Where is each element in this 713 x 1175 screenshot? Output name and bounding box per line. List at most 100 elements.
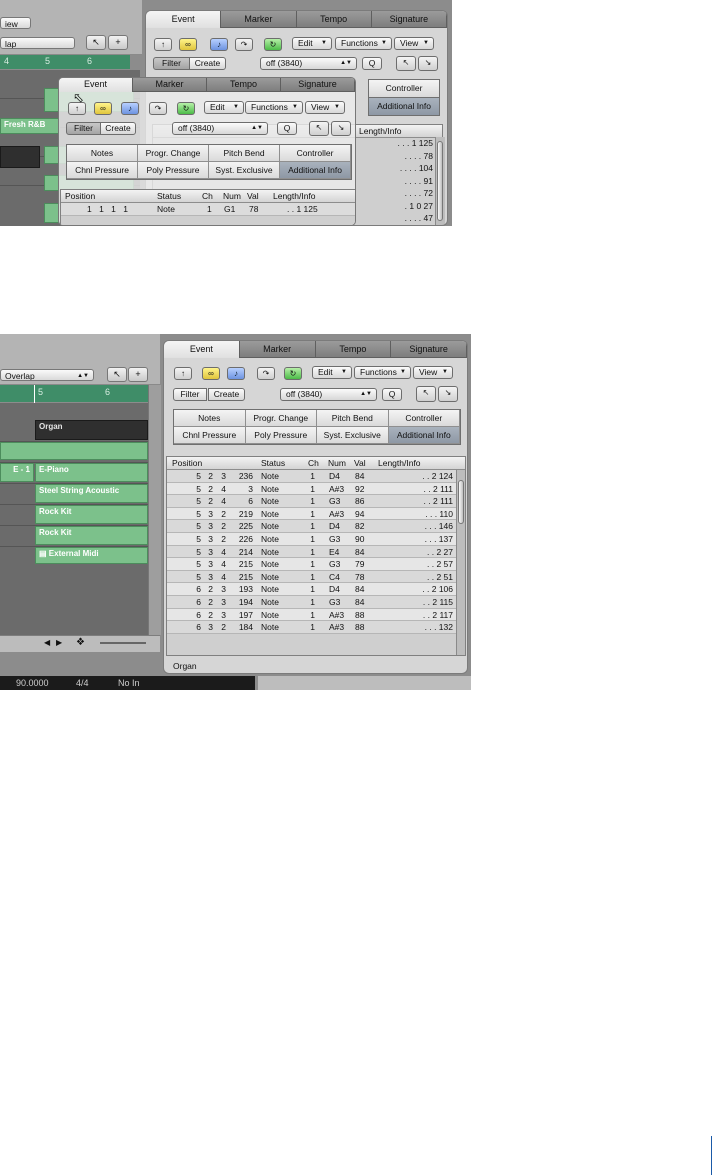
pencil-tool-icon[interactable]: ↘ — [438, 386, 458, 402]
pointer-tool-icon[interactable]: ↖ — [396, 56, 416, 71]
pointer-tool-icon[interactable]: ↖ — [107, 367, 127, 382]
quantize-menu[interactable]: off (3840) ▲▼ — [260, 57, 357, 70]
waveform-zoom-icon[interactable]: ❖ — [76, 637, 85, 648]
table-row[interactable]: 5 3 2 219 Note 1 A#3 94 . . . 110 — [167, 507, 456, 521]
view-menu[interactable]: iew — [0, 17, 31, 29]
zoom-slider[interactable] — [100, 642, 146, 644]
quantize-button[interactable]: Q — [277, 122, 297, 135]
tab-tempo[interactable]: Tempo — [315, 341, 392, 358]
pencil-tool-icon[interactable]: ↘ — [418, 56, 438, 71]
table-row[interactable]: 5 3 4 215 Note 1 C4 78 . . 2 51 — [167, 570, 456, 584]
tab-event[interactable]: Event — [59, 78, 133, 92]
create-button[interactable]: Create — [189, 57, 226, 70]
region-e-piano[interactable]: E-Piano — [35, 463, 148, 482]
tab-marker[interactable]: Marker — [133, 78, 207, 92]
quantize-button[interactable]: Q — [362, 57, 382, 70]
table-row[interactable]: 5 2 4 3 Note 1 A#3 92 . . 2 111 — [167, 482, 456, 496]
filter-button[interactable]: Filter — [173, 388, 207, 401]
category-progr-change[interactable]: Progr. Change — [138, 145, 209, 162]
floating-event-window[interactable]: Event Marker Tempo Signature ↑ ∞ ♪ ↷ ↻ E… — [58, 77, 356, 226]
list-scrollbar[interactable] — [456, 470, 465, 655]
tab-marker[interactable]: Marker — [239, 341, 316, 358]
functions-menu[interactable]: Functions ▼ — [335, 37, 392, 50]
tab-tempo[interactable]: Tempo — [296, 11, 372, 28]
filter-button[interactable]: Filter — [153, 57, 190, 70]
view-menu[interactable]: View ▼ — [413, 366, 453, 379]
table-row[interactable]: 5 2 3 236 Note 1 D4 84 . . 2 124 — [167, 470, 456, 483]
region-organ[interactable]: Organ — [35, 420, 148, 440]
region-rock-kit[interactable]: Rock Kit — [35, 526, 148, 545]
up-arrow-icon[interactable]: ↑ — [154, 38, 172, 51]
capture-icon[interactable]: ↻ — [177, 102, 195, 115]
tab-marker[interactable]: Marker — [221, 11, 297, 28]
category-chnl-pressure[interactable]: Chnl Pressure — [67, 162, 138, 179]
pointer-tool-icon[interactable]: ↖ — [309, 121, 329, 136]
tab-event[interactable]: Event — [146, 11, 222, 28]
table-row[interactable]: 5 3 2 225 Note 1 D4 82 . . . 146 — [167, 520, 456, 533]
signature-display[interactable]: 4/4 — [76, 678, 89, 688]
table-row[interactable]: 5 2 4 6 Note 1 G3 86 . . 2 111 — [167, 495, 456, 508]
bar-ruler[interactable]: 5 6 — [0, 385, 148, 402]
midi-in-icon[interactable]: ↷ — [257, 367, 275, 380]
create-button[interactable]: Create — [100, 122, 136, 135]
pencil-tool-icon[interactable]: + — [128, 367, 148, 382]
functions-menu[interactable]: Functions ▼ — [354, 366, 411, 379]
filter-button[interactable]: Filter — [66, 122, 101, 135]
tab-signature[interactable]: Signature — [391, 341, 467, 358]
pencil-tool-icon[interactable]: ↘ — [331, 121, 351, 136]
region-fresh-rnb[interactable]: Fresh R&B — [0, 118, 60, 134]
link-icon[interactable]: ∞ — [202, 367, 220, 380]
capture-icon[interactable]: ↻ — [284, 367, 302, 380]
tab-tempo[interactable]: Tempo — [207, 78, 281, 92]
category-poly-pressure[interactable]: Poly Pressure — [138, 162, 209, 179]
table-row[interactable]: 6 2 3 194 Note 1 G3 84 . . 2 115 — [167, 596, 456, 609]
category-additional-info[interactable]: Additional Info — [280, 162, 351, 179]
category-poly-pressure[interactable]: Poly Pressure — [245, 427, 317, 444]
midi-out-icon[interactable]: ♪ — [210, 38, 228, 51]
region-external-midi[interactable]: ▤ External Midi — [35, 547, 148, 564]
drag-mode-menu[interactable]: lap — [0, 37, 75, 49]
category-controller[interactable]: Controller — [388, 410, 460, 427]
quantize-menu[interactable]: off (3840) ▲▼ — [172, 122, 268, 135]
view-menu[interactable]: View ▼ — [394, 37, 434, 50]
functions-menu[interactable]: Functions ▼ — [245, 101, 303, 114]
category-notes[interactable]: Notes — [174, 410, 246, 427]
create-button[interactable]: Create — [208, 388, 245, 401]
scroll-thumb[interactable] — [437, 141, 443, 221]
tab-signature[interactable]: Signature — [281, 78, 355, 92]
region-e-1[interactable]: E - 1 — [0, 463, 34, 482]
category-progr-change[interactable]: Progr. Change — [245, 410, 317, 427]
pointer-tool-icon[interactable]: ↖ — [416, 386, 436, 402]
category-controller[interactable]: Controller — [368, 79, 440, 98]
category-additional-info[interactable]: Additional Info — [388, 427, 460, 444]
list-scrollbar[interactable] — [435, 137, 445, 225]
category-additional-info[interactable]: Additional Info — [368, 97, 440, 116]
category-controller[interactable]: Controller — [280, 145, 351, 162]
category-syst-exclusive[interactable]: Syst. Exclusive — [209, 162, 280, 179]
region[interactable] — [0, 442, 148, 460]
edit-menu[interactable]: Edit ▼ — [312, 366, 352, 379]
track-scrollbar[interactable] — [148, 385, 161, 635]
midi-in-icon[interactable]: ↷ — [235, 38, 253, 51]
quantize-menu[interactable]: off (3840) ▲▼ — [280, 388, 377, 401]
category-pitch-bend[interactable]: Pitch Bend — [209, 145, 280, 162]
tab-event[interactable]: Event — [164, 341, 240, 358]
capture-icon[interactable]: ↻ — [264, 38, 282, 51]
table-row[interactable]: 6 2 3 193 Note 1 D4 84 . . 2 106 — [167, 583, 456, 596]
link-icon[interactable]: ∞ — [179, 38, 197, 51]
view-menu[interactable]: View ▼ — [305, 101, 345, 114]
pencil-tool-icon[interactable]: + — [108, 35, 128, 50]
table-row[interactable]: 6 2 3 197 Note 1 A#3 88 . . 2 117 — [167, 608, 456, 622]
table-row[interactable]: 5 3 4 214 Note 1 E4 84 . . 2 27 — [167, 545, 456, 559]
edit-menu[interactable]: Edit ▼ — [292, 37, 332, 50]
quantize-button[interactable]: Q — [382, 388, 402, 401]
tempo-display[interactable]: 90.0000 — [16, 678, 49, 688]
category-notes[interactable]: Notes — [67, 145, 138, 162]
midi-out-icon[interactable]: ♪ — [227, 367, 245, 380]
region-steel-string-acoustic[interactable]: Steel String Acoustic — [35, 484, 148, 503]
region[interactable] — [0, 146, 40, 168]
midi-in-icon[interactable]: ↷ — [149, 102, 167, 115]
scroll-left-icon[interactable]: ◀ — [44, 638, 50, 647]
category-pitch-bend[interactable]: Pitch Bend — [317, 410, 389, 427]
input-display[interactable]: No In — [118, 678, 140, 688]
